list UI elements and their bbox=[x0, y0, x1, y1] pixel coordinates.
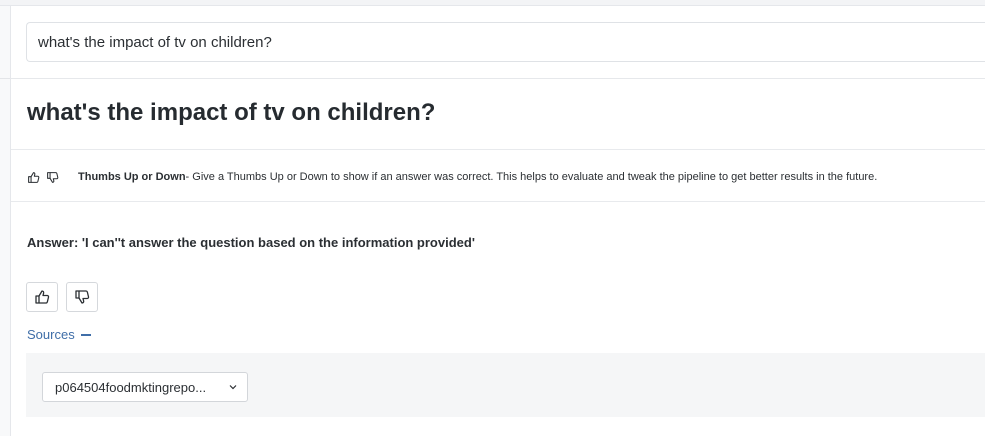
search-bar bbox=[11, 6, 985, 79]
left-gutter bbox=[0, 6, 10, 436]
thumbs-up-icon bbox=[35, 290, 50, 304]
gutter-divider bbox=[0, 78, 10, 79]
tip-text: - Give a Thumbs Up or Down to show if an… bbox=[185, 171, 878, 183]
sources-label: Sources bbox=[27, 327, 75, 342]
chevron-down-icon bbox=[229, 385, 237, 390]
thumbs-up-button[interactable] bbox=[26, 282, 58, 312]
tip-label: Thumbs Up or Down bbox=[78, 171, 186, 183]
answer-text: Answer: 'I can''t answer the question ba… bbox=[27, 235, 475, 250]
thumbs-down-icon bbox=[75, 290, 90, 304]
main-panel: what's the impact of tv on children? Thu… bbox=[10, 6, 985, 436]
page-title: what's the impact of tv on children? bbox=[27, 99, 436, 126]
thumbs-up-icon bbox=[27, 171, 40, 184]
source-select-value: p064504foodmktingrepo... bbox=[55, 379, 207, 395]
source-select[interactable]: p064504foodmktingrepo... bbox=[42, 372, 248, 402]
sources-toggle[interactable]: Sources bbox=[27, 327, 91, 342]
feedback-tip: Thumbs Up or Down - Give a Thumbs Up or … bbox=[27, 168, 977, 186]
search-input[interactable] bbox=[26, 22, 985, 62]
thumbs-down-icon bbox=[46, 171, 59, 184]
divider bbox=[11, 149, 985, 150]
thumbs-down-button[interactable] bbox=[66, 282, 98, 312]
sources-panel: p064504foodmktingrepo... bbox=[26, 353, 985, 417]
collapse-icon bbox=[80, 333, 91, 336]
divider bbox=[11, 201, 985, 202]
